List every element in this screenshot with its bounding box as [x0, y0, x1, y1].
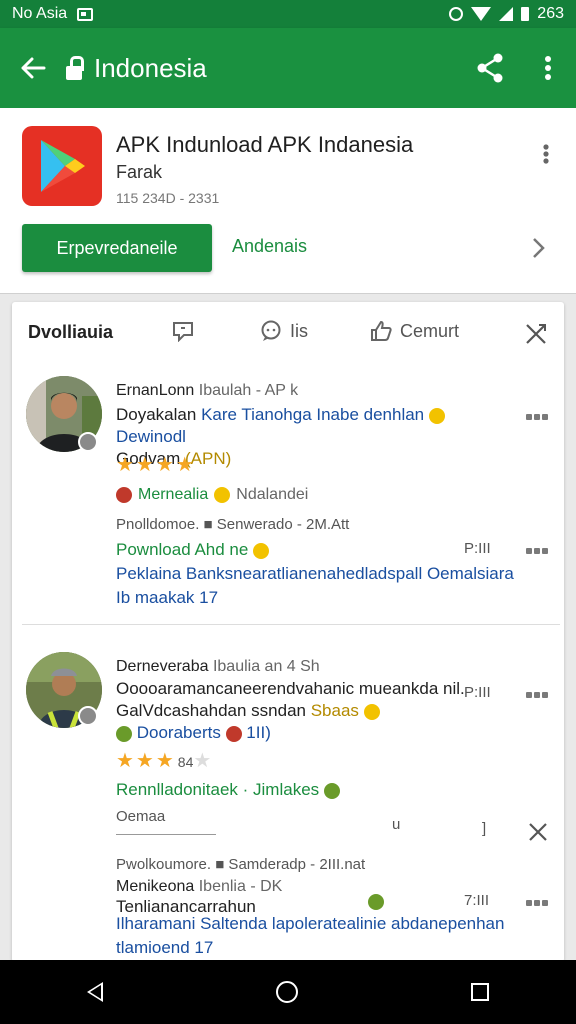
dismiss-button[interactable]	[524, 818, 552, 846]
alarm-icon	[449, 7, 464, 21]
battery-icon	[521, 7, 530, 21]
app-meta: 115 234D - 2331	[116, 190, 220, 206]
hand-icon	[363, 703, 380, 720]
extra-mark: u	[392, 816, 401, 833]
review-meta: Pnolldomoe. ■ Senwerado - 2M.Att	[116, 516, 350, 533]
carrier-label: No Asia	[12, 5, 68, 22]
review-tags: Mernealia Ndalandei	[116, 486, 308, 504]
app-more-button[interactable]	[532, 134, 560, 174]
more-vert-icon	[545, 56, 551, 80]
emoji-icon	[253, 542, 270, 559]
reviews-title: Dvolliauia	[28, 322, 114, 342]
nav-home-icon[interactable]	[275, 981, 298, 1003]
emoji-icon	[116, 725, 132, 742]
back-button[interactable]	[0, 28, 66, 108]
review-options-icon[interactable]	[526, 690, 550, 700]
review-meta: Pwolkoumore. ■ Samderadp - 2III.nat	[116, 856, 366, 873]
divider	[116, 834, 216, 835]
emoji-icon	[368, 894, 384, 910]
lock-icon	[66, 56, 84, 80]
chat-icon	[260, 320, 282, 342]
chevron-right-icon[interactable]	[524, 234, 552, 262]
review-tags[interactable]: Rennlladonitaek · Jimlakes	[116, 780, 340, 800]
tab-label: Iis	[290, 320, 308, 341]
more-vert-icon	[543, 144, 549, 164]
review-time: P:III	[464, 684, 491, 701]
comment-icon	[172, 320, 194, 342]
divider	[22, 624, 560, 625]
review-text: Ooooaramancaneerendvahanic mueankda nil.…	[116, 679, 465, 742]
star-rating: ★★★ 84★	[116, 750, 214, 772]
status-bar: No Asia 263	[0, 0, 576, 28]
review-time: P:III	[464, 540, 491, 557]
avatar-badge	[78, 432, 98, 452]
tab-comment[interactable]	[172, 320, 202, 342]
install-button[interactable]: Erpevredaneile	[22, 224, 212, 272]
image-notification-icon	[77, 7, 94, 21]
download-link[interactable]: Pownload Ahd ne	[116, 540, 270, 560]
wifi-icon	[471, 7, 492, 21]
thumb-icon	[370, 320, 392, 342]
review-reply[interactable]: Ilharamani Saltenda lapoleratealinie abd…	[116, 912, 526, 960]
secondary-link[interactable]: Andenais	[232, 236, 307, 257]
emoji-icon	[225, 725, 242, 742]
overflow-menu-button[interactable]	[520, 28, 576, 108]
close-icon	[529, 823, 547, 841]
reviewer-name[interactable]: Derneveraba Ibaulia an 4 Sh	[116, 658, 320, 676]
avatar-badge	[78, 706, 98, 726]
close-icon	[526, 324, 546, 344]
close-button[interactable]	[522, 320, 550, 348]
badge-icon	[116, 487, 132, 503]
review-extra: Oemaa	[116, 808, 166, 825]
reviewer-name[interactable]: Menikeona Ibenlia - DK	[116, 878, 282, 896]
emoji-icon	[428, 407, 445, 424]
star-rating: ★★★★	[116, 454, 196, 476]
app-name: APK Indunload APK Indanesia	[116, 132, 414, 157]
app-card: APK Indunload APK Indanesia Farak 115 23…	[0, 108, 576, 294]
app-bar: Indonesia	[0, 28, 576, 108]
clock: 263	[537, 5, 564, 22]
reviewer-name[interactable]: ErnanLonn Ibaulah - AP k	[116, 382, 298, 400]
reviews-card: Dvolliauia Iis Cemurt ErnanLonn Ibaulah …	[12, 302, 564, 962]
signal-icon	[499, 7, 514, 21]
review-options-icon[interactable]	[526, 546, 550, 556]
app-developer[interactable]: Farak	[116, 162, 162, 183]
review-options-icon[interactable]	[526, 412, 550, 422]
play-store-icon	[41, 140, 85, 192]
review-time: 7:III	[464, 892, 490, 909]
share-button[interactable]	[460, 28, 520, 108]
review-reply[interactable]: Peklaina Banksnearatlianenahedladspall O…	[116, 562, 526, 610]
page-title: Indonesia	[94, 52, 207, 83]
hand-icon	[214, 487, 231, 503]
review-options-icon[interactable]	[526, 898, 550, 908]
app-logo[interactable]	[22, 126, 102, 206]
empty-star-icon: ★	[193, 750, 214, 772]
tab-label: Cemurt	[400, 320, 460, 341]
navigation-bar	[0, 960, 576, 1024]
share-icon	[477, 53, 503, 83]
tab-comment-like[interactable]: Cemurt	[370, 320, 459, 342]
nav-back-icon[interactable]	[86, 982, 103, 1002]
extra-bracket: ]	[482, 820, 487, 837]
arrow-back-icon	[21, 57, 46, 79]
nav-recents-icon[interactable]	[471, 983, 490, 1001]
emoji-icon	[323, 782, 340, 799]
tab-chat[interactable]: Iis	[260, 320, 308, 342]
